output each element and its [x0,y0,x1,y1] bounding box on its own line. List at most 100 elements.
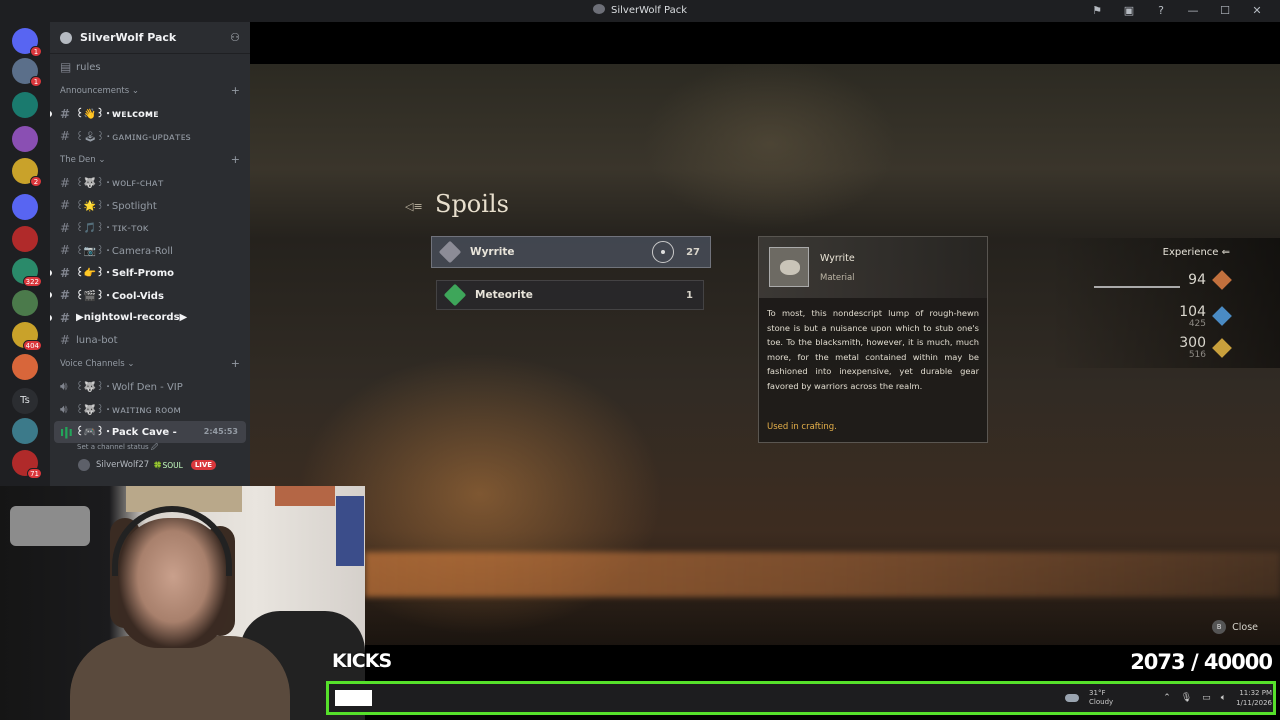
category-label: Announcements ⌄ [60,85,139,96]
channel-item[interactable]: # ꒰👋꒱・ᴡᴇʟᴄᴏᴍᴇ [50,103,250,126]
voice-channel-vip[interactable]: 🔊︎ ꒰🐺꒱・Wolf Den - VIP [50,376,250,399]
channel-rules[interactable]: ▤ rules [50,56,250,79]
hash-icon: # [60,288,71,303]
kicks-counter: 2073 / 40000 [1130,650,1273,674]
wyrrite-icon [438,240,462,264]
clock-date: 1/11/2026 [1236,699,1272,707]
channel-label: ꒰🎵꒱・ᴛɪᴋ-ᴛᴏᴋ [76,223,149,235]
server-11-icon[interactable]: 71 [12,450,42,479]
category-voice[interactable]: Voice Channels ⌄ + [50,352,250,376]
mic-icon[interactable]: 🎙︎ [1181,693,1192,703]
hash-icon: # [60,175,71,190]
discord-home-icon[interactable]: 1 [12,28,42,57]
server-7-icon[interactable] [12,290,38,316]
experience-bar [1094,286,1180,288]
spoils-item-wyrrite[interactable]: Wyrrite 27 [431,236,711,268]
channel-item[interactable]: # ꒰👉꒱・Self-Promo [50,262,250,285]
inbox-icon[interactable]: ⚑ [1082,2,1112,20]
server-ts-icon[interactable]: Ts [12,388,38,414]
title-bar: SilverWolf Pack ⚑ ▣ ? — ☐ ✕ [0,0,1280,22]
kicks-label: KICKS [332,650,392,672]
game-view: ◁≡ Spoils Wyrrite 27 Meteorite 1 Wyrrite… [250,22,1280,645]
network-icon[interactable]: ▭ [1202,693,1211,703]
voice-channel-pack-cave[interactable]: ıǀı ꒰🎮꒱・Pack Cave - 2:45:53 [54,420,246,443]
server-1-icon[interactable]: 1 [12,58,42,87]
channel-item[interactable]: # ꒰🕹꒱・ɢᴀᴍɪɴɢ-ᴜᴘᴅᴀᴛᴇs [50,125,250,148]
channel-item[interactable]: # ꒰🎵꒱・ᴛɪᴋ-ᴛᴏᴋ [50,217,250,240]
channel-item[interactable]: # ꒰🎬꒱・Cool-Vids [50,284,250,307]
rules-icon: ▤ [60,60,72,75]
volume-icon[interactable]: 🔈︎ [1221,693,1226,703]
hash-icon: # [60,198,71,213]
close-button[interactable]: B Close [1212,620,1258,634]
weather-desc: Cloudy [1089,698,1114,706]
maximize-button[interactable]: ☐ [1210,2,1240,20]
clock[interactable]: 11:32 PM 1/11/2026 [1236,688,1272,708]
server-icon [60,31,72,44]
screen-share-icon[interactable]: ▣ [1114,2,1144,20]
add-channel-icon[interactable]: + [231,84,250,97]
spoils-title: Spoils [435,190,509,218]
notification-badge: 404 [22,340,42,351]
server-header[interactable]: SilverWolf Pack ⚇ [50,22,250,54]
voice-channel-waiting[interactable]: 🔊︎ ꒰🐺꒱・ᴡᴀɪᴛɪɴɢ ʀᴏᴏᴍ [50,398,250,421]
screen: SilverWolf Pack ⚑ ▣ ? — ☐ ✕ 1 1 2 322 404 Ts 7… [0,0,1280,720]
help-icon[interactable]: ? [1146,2,1176,20]
server-folder-icon[interactable] [12,194,38,220]
channel-item[interactable]: # ꒰🌟꒱・Spotlight [50,194,250,217]
target-icon [652,241,675,263]
channel-label: ▶nightowl-records▶ [76,312,188,324]
invite-icon[interactable]: ⚇ [230,31,240,44]
notification-badge: 2 [30,176,42,187]
channel-item[interactable]: # ꒰📷꒱・Camera-Roll [50,239,250,262]
channel-status[interactable]: Set a channel status 🖉 [50,443,250,455]
server-10-icon[interactable] [12,418,38,444]
notification-badge: 1 [30,46,42,57]
hash-icon: # [60,220,71,235]
b-button-icon: B [1212,620,1227,634]
voice-user[interactable]: SilverWolf27 🍀SOUL LIVE [50,455,250,475]
server-9-icon[interactable] [12,354,38,380]
live-badge: LIVE [190,460,217,470]
server-6-icon[interactable]: 322 [12,258,42,287]
server-8-icon[interactable]: 404 [12,322,42,351]
add-channel-icon[interactable]: + [231,153,250,166]
window-title-text: SilverWolf Pack [611,5,687,16]
exp-row-1: 94 [1188,272,1206,288]
channel-label: ꒰📷꒱・Camera-Roll [76,245,173,257]
channel-label: ꒰👋꒱・ᴡᴇʟᴄᴏᴍᴇ [76,109,159,121]
chevron-up-icon[interactable]: ⌃ [1163,693,1171,703]
voice-active-icon: ıǀı [60,424,73,439]
weather[interactable]: 31°F Cloudy [1089,689,1113,707]
close-window-button[interactable]: ✕ [1242,2,1272,20]
server-3-icon[interactable] [12,126,38,152]
poster [336,496,364,566]
headset [112,506,232,576]
exp-row-2: 104 425 [1179,304,1206,329]
item-name: Wyrrite [470,246,515,258]
server-rail: 1 1 2 322 404 Ts 71 [0,22,50,486]
unread-indicator [50,314,52,321]
item-name: Meteorite [475,289,533,301]
server-5-icon[interactable] [12,226,38,252]
add-channel-icon[interactable]: + [231,357,250,370]
detail-used-in: Used in crafting. [767,422,837,432]
unread-indicator [50,292,52,299]
server-4-icon[interactable]: 2 [12,158,42,187]
category-0[interactable]: Announcements ⌄ + [50,79,250,103]
wolf-icon [593,4,605,14]
minimize-button[interactable]: — [1178,2,1208,20]
server-2-icon[interactable] [12,92,38,118]
clock-time: 11:32 PM [1239,689,1272,697]
category-label: The Den ⌄ [60,154,106,165]
experience-title: Experience ⇐ [1162,247,1230,258]
channel-item[interactable]: # luna-bot [50,329,250,352]
category-1[interactable]: The Den ⌄ + [50,148,250,172]
channel-item[interactable]: # ꒰🐺꒱・ᴡᴏʟꜰ-ᴄʜᴀᴛ [50,172,250,195]
channel-label: rules [76,61,101,73]
exp-value: 94 [1188,272,1206,288]
channel-label: ꒰🐺꒱・Wolf Den - VIP [76,382,183,394]
spoils-item-meteorite[interactable]: Meteorite 1 [436,280,704,310]
channel-item[interactable]: # ▶nightowl-records▶ [50,307,250,330]
speaker-icon: 🔊︎ [60,401,68,416]
